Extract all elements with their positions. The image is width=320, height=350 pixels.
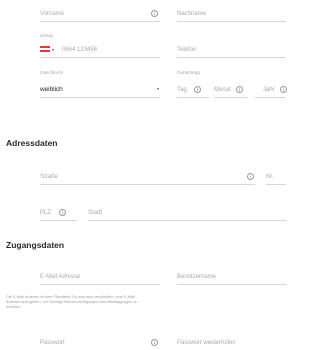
vorname-field[interactable]: Vorname i: [40, 2, 160, 22]
section-title-adressdaten: Adressdaten: [6, 138, 58, 148]
section-title-zugangsdaten: Zugangsdaten: [6, 240, 65, 250]
nachname-field[interactable]: Nachname: [177, 2, 286, 22]
plz-field[interactable]: PLZ i: [40, 199, 77, 221]
geburtstag-group: Geburtstag Tag i Monat i Jahr i: [177, 70, 287, 98]
geschlecht-value: weiblich: [40, 86, 63, 93]
passwort-repeat-placeholder: Passwort wiederholen: [177, 340, 236, 346]
tag-placeholder: Tag: [177, 87, 187, 93]
info-icon[interactable]: i: [59, 209, 66, 216]
geschlecht-select[interactable]: Geschlecht weiblich ▾: [40, 70, 160, 98]
chevron-down-icon[interactable]: ▾: [52, 47, 54, 52]
email-hint-text: Die E-Mail Adresse ist kein Pflichtfeld.…: [6, 294, 138, 309]
info-icon[interactable]: i: [151, 10, 158, 17]
nachname-placeholder: Nachname: [177, 11, 207, 17]
austria-flag-icon[interactable]: [40, 46, 50, 52]
vorname-placeholder: Vorname: [40, 11, 65, 17]
strasse-placeholder: Straße: [40, 174, 59, 180]
chevron-down-icon[interactable]: ▾: [157, 86, 159, 91]
phone-placeholder: 0664 123456: [62, 47, 98, 53]
strasse-field[interactable]: Straße i: [40, 163, 255, 185]
plz-placeholder: PLZ: [40, 210, 52, 216]
info-icon[interactable]: i: [247, 173, 254, 180]
jahr-field[interactable]: Jahr i: [255, 70, 287, 98]
email-placeholder: E-Mail Adresse: [40, 274, 81, 280]
handy-field[interactable]: Handy ▾ 0664 123456: [40, 33, 160, 58]
passwort-field[interactable]: Passwort i: [40, 333, 160, 350]
telefon-field[interactable]: Telefon: [177, 33, 286, 58]
email-field[interactable]: E-Mail Adresse: [40, 263, 160, 285]
monat-field[interactable]: Monat i: [214, 70, 247, 98]
username-field[interactable]: Benutzername: [177, 263, 286, 285]
info-icon[interactable]: i: [194, 86, 201, 93]
nr-placeholder: Nr.: [266, 174, 274, 180]
stadt-placeholder: Stadt: [88, 210, 103, 216]
monat-placeholder: Monat: [214, 87, 231, 93]
info-icon[interactable]: i: [236, 86, 243, 93]
info-icon[interactable]: i: [280, 86, 287, 93]
tag-field[interactable]: Tag i: [177, 70, 209, 98]
passwort-repeat-field[interactable]: Passwort wiederholen: [177, 333, 286, 350]
info-icon[interactable]: i: [151, 339, 158, 346]
nr-field[interactable]: Nr.: [266, 163, 286, 185]
username-placeholder: Benutzername: [177, 274, 217, 280]
passwort-placeholder: Passwort: [40, 340, 65, 346]
handy-label: Handy: [40, 33, 54, 38]
telefon-placeholder: Telefon: [177, 47, 197, 53]
stadt-field[interactable]: Stadt: [88, 199, 286, 221]
geschlecht-label: Geschlecht: [40, 70, 63, 75]
jahr-placeholder: Jahr: [263, 87, 275, 93]
